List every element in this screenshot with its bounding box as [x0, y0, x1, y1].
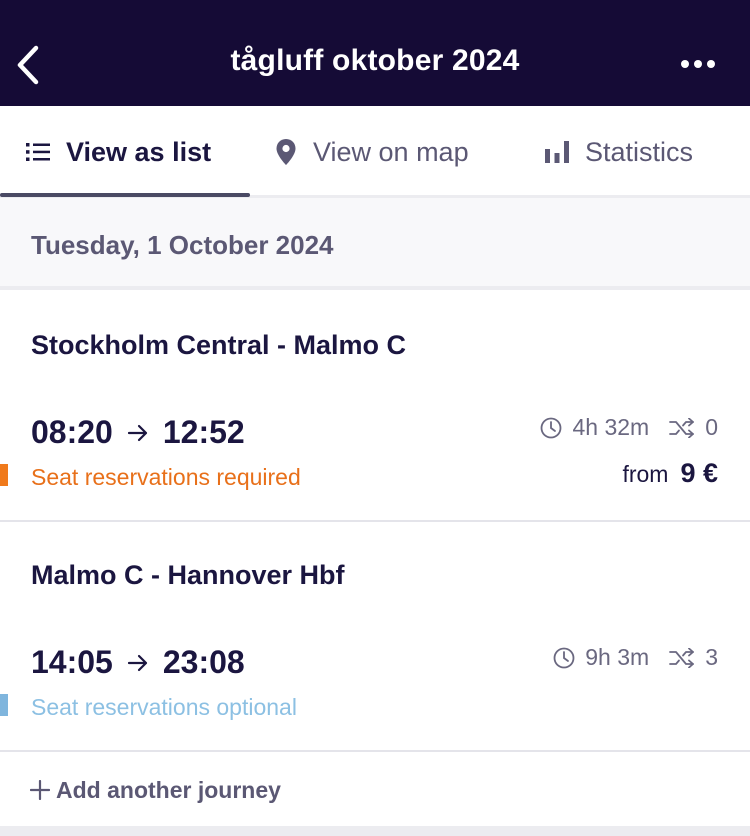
journey-route: Stockholm Central - Malmo C — [31, 330, 407, 360]
bar-chart-icon — [545, 141, 569, 163]
seat-status-marker — [0, 464, 8, 486]
journey-meta: 4h 32m 0 — [540, 414, 718, 441]
journey-times: 08:20 12:52 — [31, 414, 245, 451]
page-title: tågluff oktober 2024 — [230, 44, 520, 77]
arrival-time: 12:52 — [162, 414, 245, 450]
view-tabs: View as list View on map Statistics — [0, 106, 750, 198]
journey-changes: 0 — [705, 414, 718, 440]
clock-icon — [553, 647, 575, 668]
tab-label: View on map — [313, 136, 469, 167]
top-app-bar: tågluff oktober 2024 — [0, 0, 750, 106]
departure-time: 14:05 — [31, 644, 113, 680]
shuffle-icon — [669, 647, 695, 668]
arrow-right-icon — [127, 423, 149, 443]
list-icon — [26, 143, 50, 161]
tab-statistics[interactable]: Statistics — [545, 106, 693, 198]
add-journey-button[interactable]: Add another journey — [0, 752, 750, 828]
journey-route: Malmo C - Hannover Hbf — [31, 560, 345, 590]
journey-duration: 9h 3m — [585, 644, 650, 670]
journey-card[interactable]: Malmo C - Hannover Hbf 14:05 23:08 9h 3m… — [0, 522, 750, 752]
plus-icon — [30, 780, 50, 800]
journey-card[interactable]: Stockholm Central - Malmo C 08:20 12:52 … — [0, 292, 750, 522]
clock-icon — [541, 417, 562, 438]
price-prefix: from — [622, 461, 669, 487]
day-date: Tuesday, 1 October 2024 — [31, 230, 334, 260]
journey-duration: 4h 32m — [572, 414, 650, 440]
day-header: Tuesday, 1 October 2024 — [0, 198, 750, 290]
add-journey-label: Add another journey — [56, 776, 281, 803]
map-pin-icon — [276, 139, 296, 165]
journey-changes: 3 — [705, 644, 718, 670]
active-tab-indicator — [0, 193, 250, 197]
journey-meta: 9h 3m 3 — [553, 644, 718, 671]
seat-status-marker — [0, 694, 8, 716]
price-amount: 9 € — [680, 458, 718, 488]
seat-reservation-note: Seat reservations required — [31, 464, 301, 490]
tab-label: View as list — [66, 136, 212, 167]
departure-time: 08:20 — [31, 414, 113, 450]
tab-label: Statistics — [585, 136, 694, 167]
journey-price: from 9 € — [622, 458, 718, 489]
tab-view-on-map[interactable]: View on map — [275, 106, 469, 198]
tab-view-as-list[interactable]: View as list — [26, 106, 211, 198]
more-horizontal-icon — [681, 60, 715, 68]
arrow-right-icon — [127, 653, 149, 673]
journey-times: 14:05 23:08 — [31, 644, 245, 681]
seat-reservation-note: Seat reservations optional — [31, 694, 297, 720]
bottom-divider — [0, 826, 750, 836]
arrival-time: 23:08 — [162, 644, 245, 680]
more-options-button[interactable] — [680, 54, 716, 74]
shuffle-icon — [669, 417, 695, 438]
